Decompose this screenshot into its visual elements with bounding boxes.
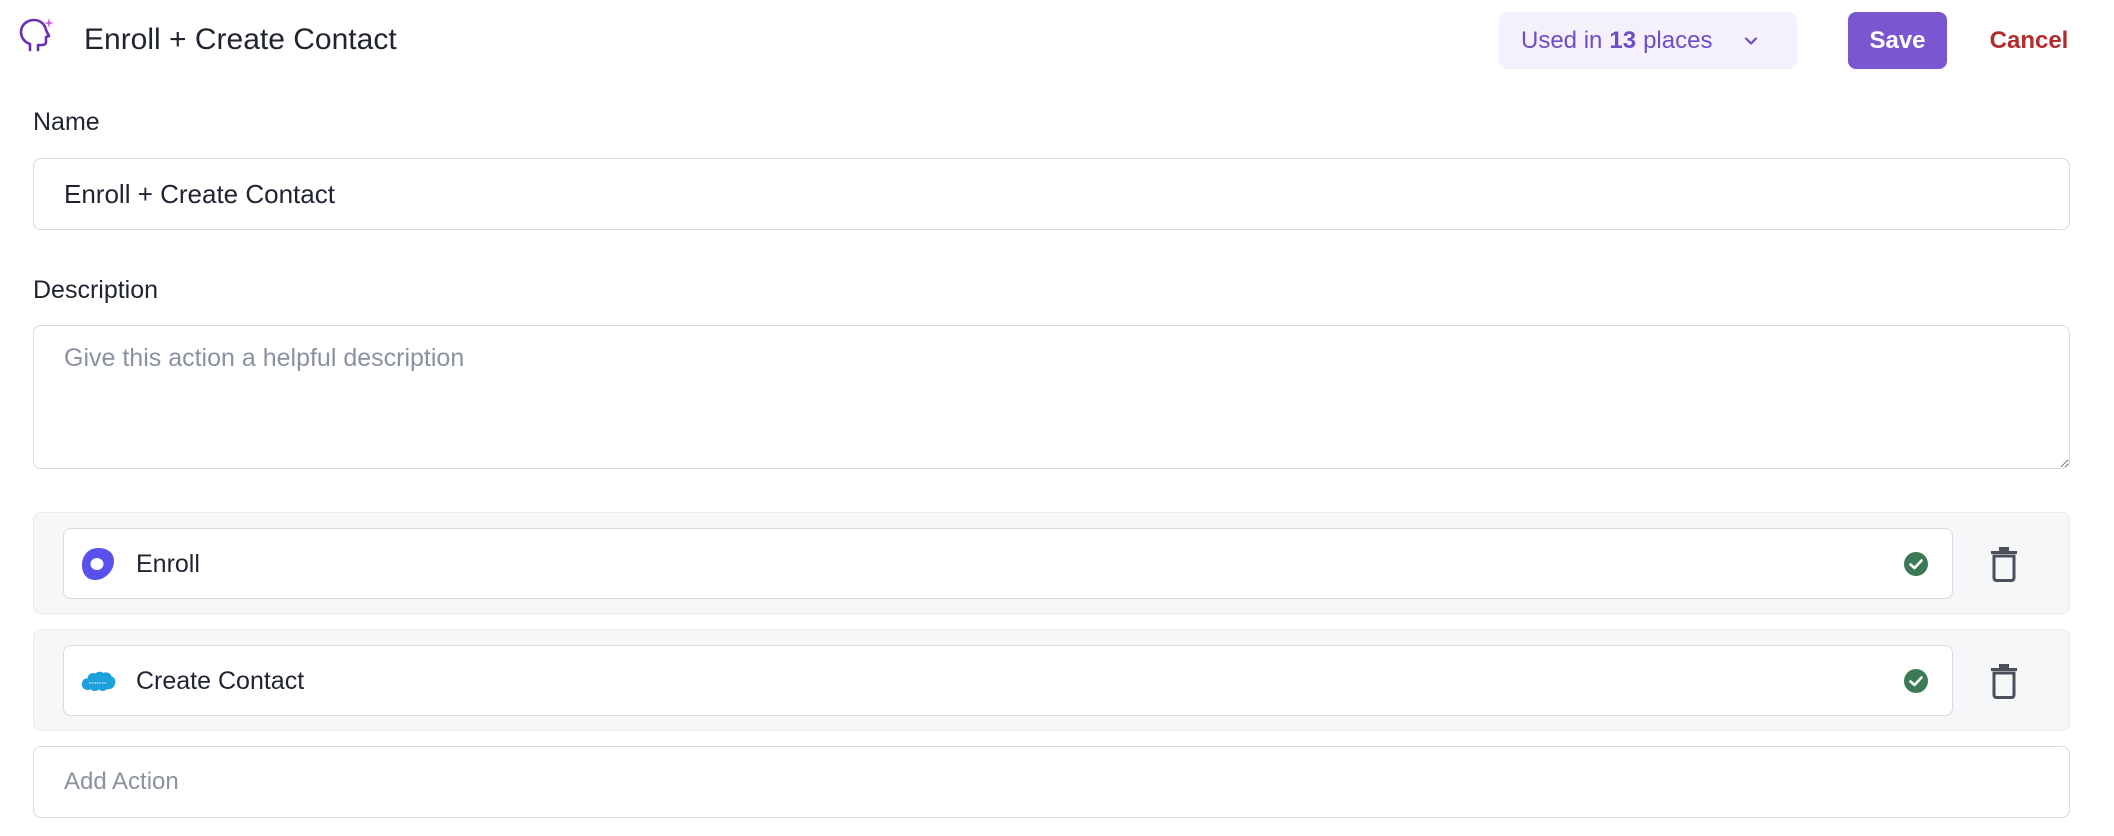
salesforce-logo-icon xyxy=(81,671,116,691)
outreach-logo-icon xyxy=(82,548,114,580)
action-item-create-contact[interactable]: Create Contact xyxy=(63,645,1953,716)
used-in-suffix: places xyxy=(1643,26,1713,54)
trash-icon[interactable] xyxy=(1989,546,2019,582)
action-item-enroll[interactable]: Enroll xyxy=(63,528,1953,599)
action-name: Enroll xyxy=(136,550,200,578)
name-field[interactable] xyxy=(33,158,2070,230)
trash-icon[interactable] xyxy=(1989,663,2019,699)
action-editor-page: Enroll + Create Contact Used in 13 place… xyxy=(0,0,2114,836)
action-row: Enroll xyxy=(33,512,2070,614)
used-in-dropdown[interactable]: Used in 13 places xyxy=(1499,12,1797,69)
chevron-down-icon xyxy=(1744,37,1758,45)
used-in-prefix: Used in xyxy=(1521,26,1603,54)
action-name: Create Contact xyxy=(136,667,305,695)
check-circle-icon xyxy=(1904,669,1928,693)
description-label: Description xyxy=(33,276,159,304)
add-action-input[interactable] xyxy=(33,746,2070,818)
page-title: Enroll + Create Contact xyxy=(84,23,397,56)
description-field[interactable] xyxy=(33,325,2070,469)
used-in-count: 13 xyxy=(1609,26,1637,54)
save-button[interactable]: Save xyxy=(1848,12,1947,69)
check-circle-icon xyxy=(1904,552,1928,576)
header-bar: Enroll + Create Contact Used in 13 place… xyxy=(0,0,2114,82)
cancel-button[interactable]: Cancel xyxy=(1974,12,2084,69)
action-row: Create Contact xyxy=(33,629,2070,731)
head-sparkle-icon xyxy=(19,18,54,52)
name-label: Name xyxy=(33,108,100,136)
